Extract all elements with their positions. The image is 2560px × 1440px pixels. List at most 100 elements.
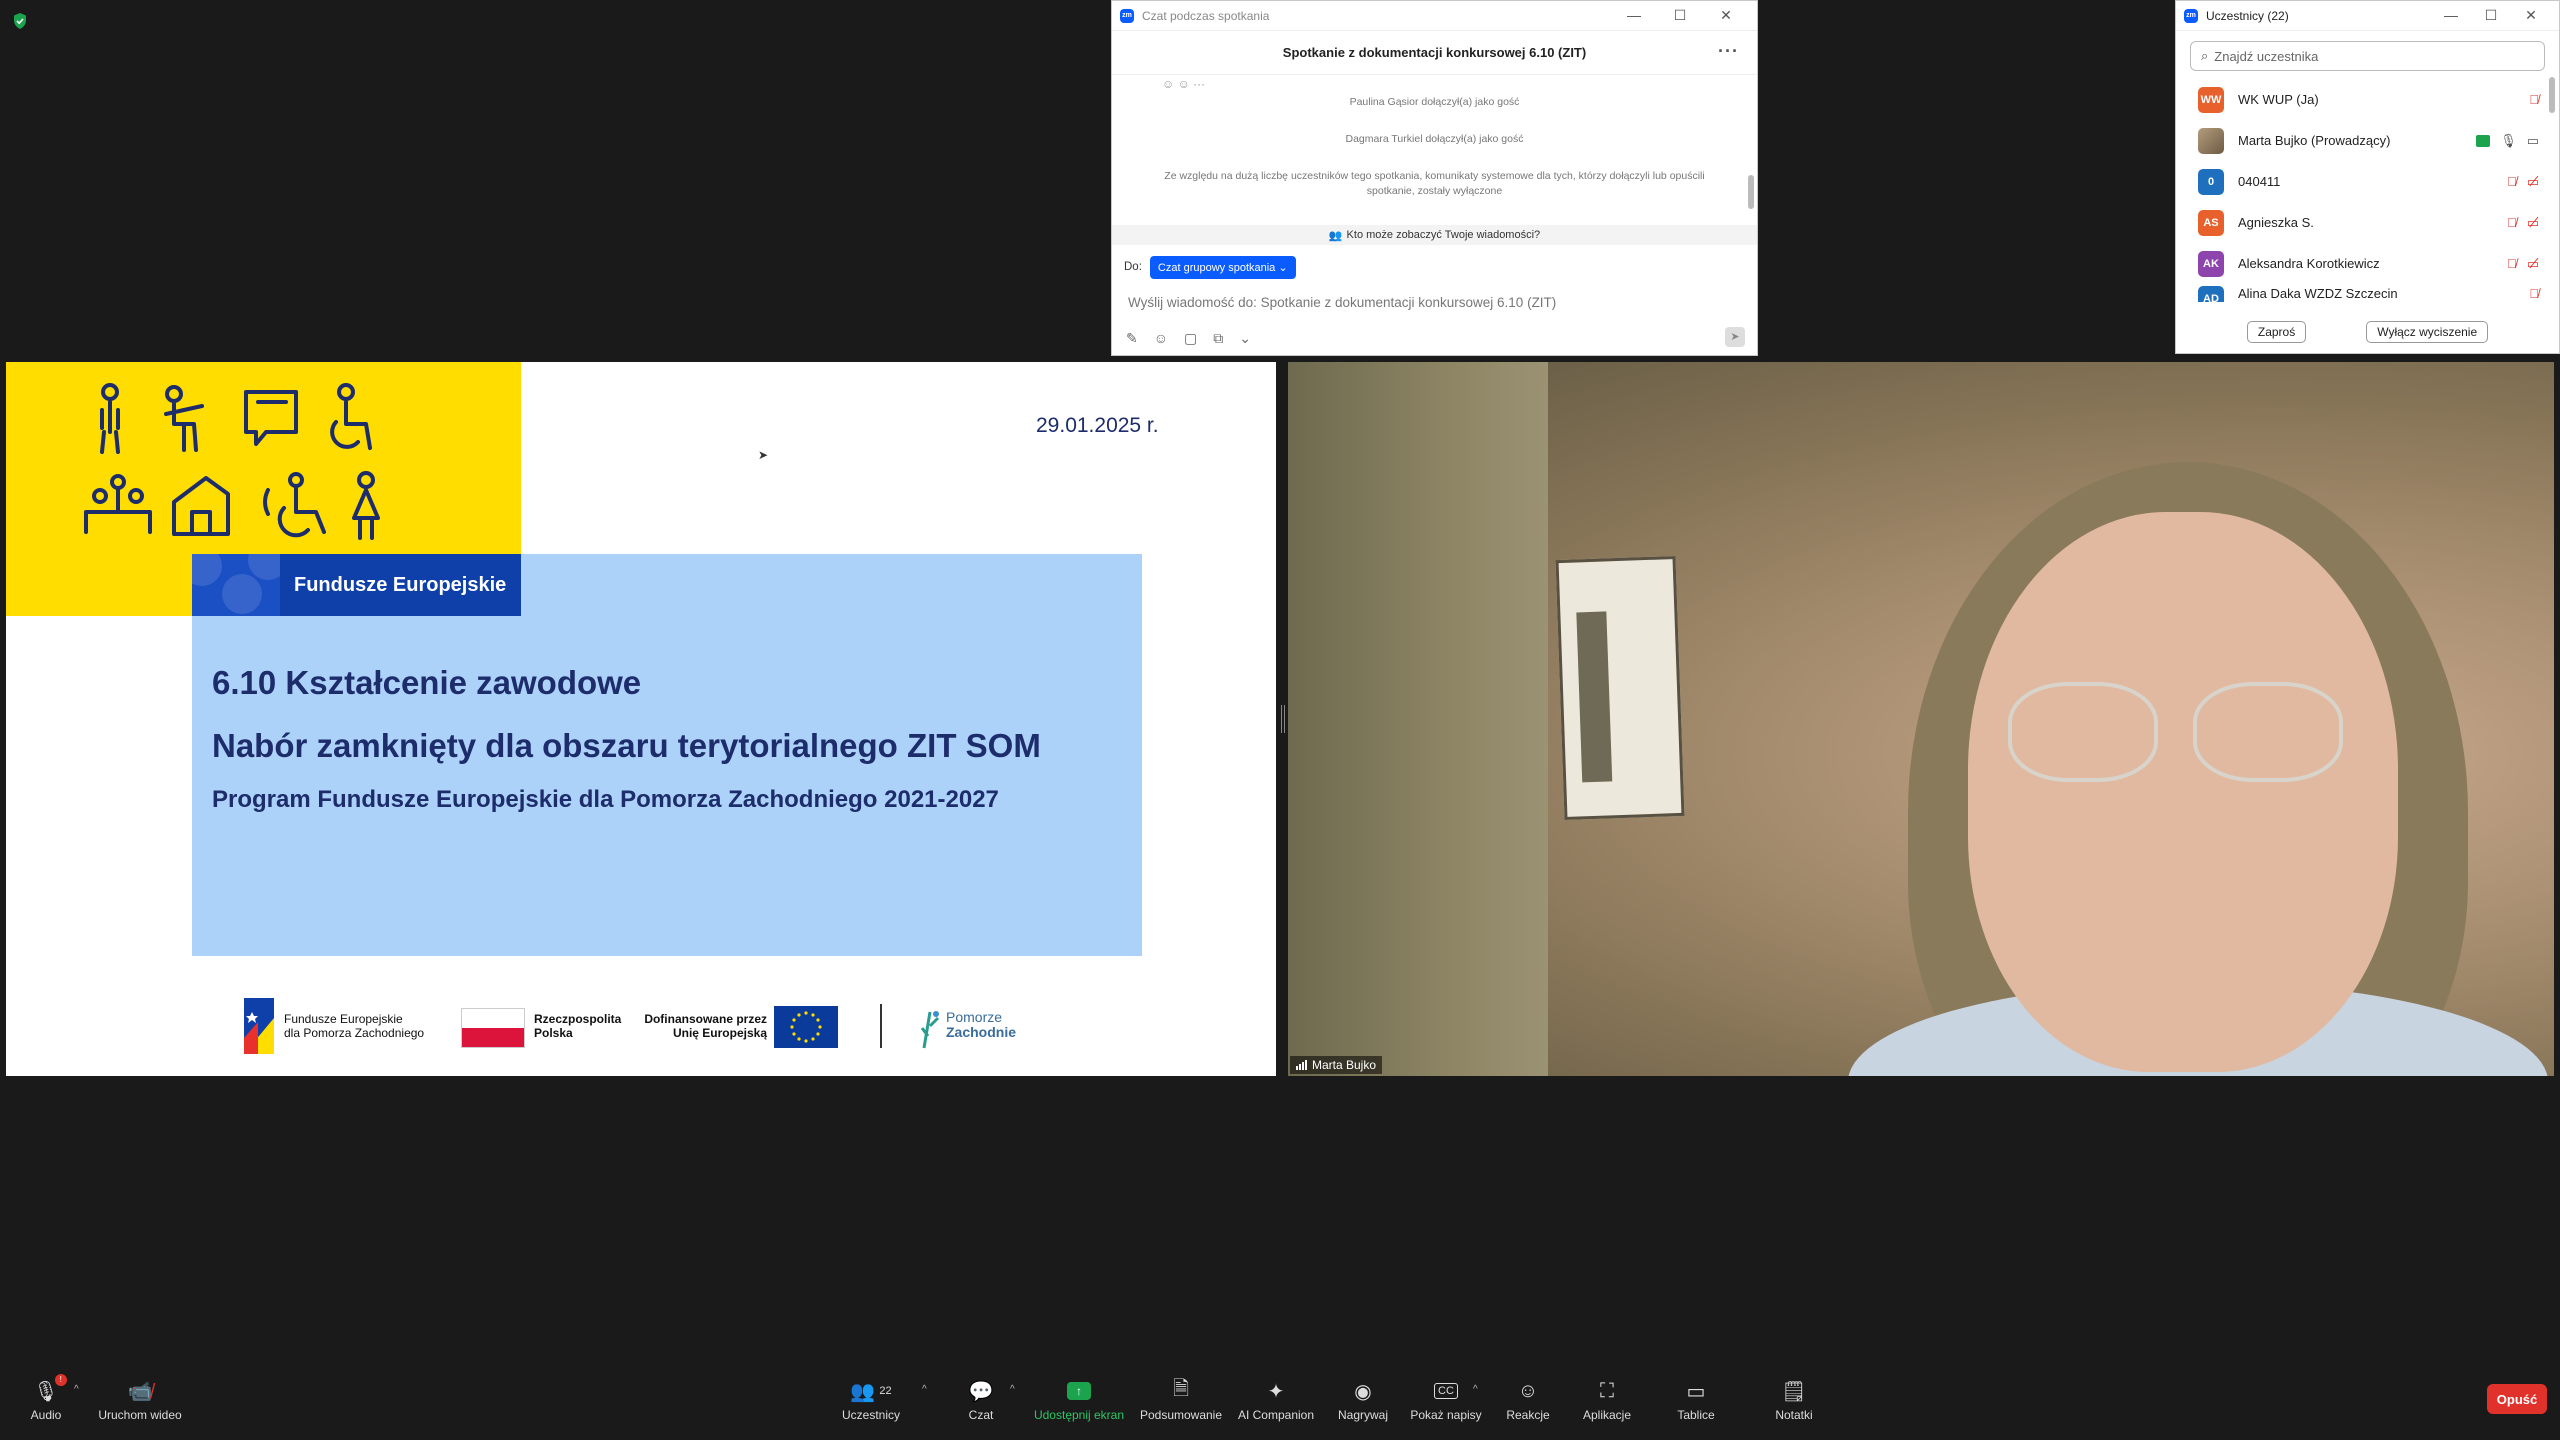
shield-icon	[14, 13, 26, 29]
send-icon[interactable]: ➤	[1725, 327, 1745, 347]
who-can-see-link[interactable]: 👥 Kto może zobaczyć Twoje wiadomości?	[1112, 225, 1757, 245]
start-video-button[interactable]: 📹̸ Uruchom wideo	[92, 1378, 188, 1423]
logo-rp-line2: Polska	[534, 1026, 573, 1040]
file-icon[interactable]: ▢	[1184, 330, 1197, 347]
video-glasses	[2193, 682, 2343, 782]
participant-row[interactable]: 0 040411 🎙̸ ▭̸	[2176, 161, 2559, 202]
system-message: Paulina Gąsior dołączył(a) jako gość	[1349, 96, 1520, 108]
audio-options-caret[interactable]: ^	[74, 1384, 79, 1395]
participant-row[interactable]: Marta Bujko (Prowadzący) 🎙 ▭	[2176, 120, 2559, 161]
participant-row[interactable]: AD Alina Daka WZDZ Szczecin 🎙̸	[2176, 284, 2559, 302]
participant-search-input[interactable]: ⌕ Znajdź uczestnika	[2190, 41, 2545, 71]
whiteboards-button[interactable]: ▭ Tablice	[1648, 1378, 1744, 1423]
chat-options-caret[interactable]: ^	[1010, 1384, 1015, 1395]
record-icon: ◉	[1354, 1380, 1372, 1403]
avatar: AD	[2198, 286, 2224, 302]
fe-badge: Fundusze Europejskie	[192, 554, 521, 616]
participant-name: WK WUP (Ja)	[2238, 92, 2319, 107]
screenshot-icon[interactable]: ⧉	[1213, 330, 1223, 347]
close-icon[interactable]: ✕	[2511, 7, 2551, 24]
invite-button[interactable]: Zaproś	[2246, 321, 2307, 343]
recipient-value: Czat grupowy spotkania	[1157, 261, 1276, 274]
participant-row[interactable]: AS Agnieszka S. 🎙̸ ▭̸	[2176, 202, 2559, 243]
video-name-tag: Marta Bujko	[1290, 1056, 1383, 1074]
avatar: AK	[2198, 250, 2224, 277]
participants-titlebar[interactable]: zm Uczestnicy (22) — ☐ ✕	[2176, 1, 2559, 31]
maximize-icon[interactable]: ☐	[2471, 7, 2511, 24]
participant-name: Alina Daka WZDZ Szczecin	[2238, 286, 2398, 301]
chat-header-title: Spotkanie z dokumentacji konkursowej 6.1…	[1282, 45, 1587, 60]
recipient-dropdown[interactable]: Czat grupowy spotkania ⌄	[1149, 255, 1296, 279]
system-message: Dagmara Turkiel dołączył(a) jako gość	[1345, 133, 1524, 145]
summary-button[interactable]: 🗎 Podsumowanie	[1133, 1378, 1229, 1422]
emoji-icon[interactable]: ☺	[1154, 330, 1168, 347]
share-screen-button[interactable]: ↑ Udostępnij ekran	[1031, 1378, 1127, 1422]
audio-label: Audio	[30, 1408, 62, 1422]
speaker-video[interactable]: Marta Bujko	[1288, 362, 2554, 1076]
video-person-face	[1968, 512, 2398, 1072]
record-button[interactable]: ◉ Nagrywaj	[1315, 1378, 1411, 1423]
participant-row[interactable]: WW WK WUP (Ja) 🎙̸	[2176, 79, 2559, 120]
participants-count: 22	[879, 1385, 892, 1397]
chat-messages[interactable]: ☺ ☺ ··· Paulina Gąsior dołączył(a) jako …	[1112, 75, 1757, 225]
notes-button[interactable]: 🗒 Notatki	[1746, 1378, 1842, 1423]
participants-options-caret[interactable]: ^	[922, 1384, 927, 1395]
apps-button[interactable]: ⛶ Aplikacje	[1559, 1378, 1655, 1423]
captions-options-caret[interactable]: ^	[1473, 1384, 1478, 1395]
notes-icon: 🗒	[1781, 1380, 1807, 1403]
minimize-icon[interactable]: —	[2431, 7, 2471, 24]
more-options-icon[interactable]: ···	[1718, 41, 1739, 62]
unmute-all-button[interactable]: Wyłącz wyciszenie	[2366, 321, 2489, 343]
who-can-see-text: Kto może zobaczyć Twoje wiadomości?	[1346, 229, 1541, 241]
video-off-icon: 📹̸	[127, 1380, 153, 1403]
logo-fe-line1: Fundusze Europejskie	[284, 1012, 403, 1026]
share-screen-label: Udostępnij ekran	[1033, 1408, 1125, 1422]
to-label: Do:	[1124, 261, 1142, 273]
ai-companion-button[interactable]: ✦ AI Companion	[1228, 1378, 1324, 1423]
participants-scrollbar[interactable]	[2549, 77, 2555, 113]
minimize-icon[interactable]: —	[1611, 7, 1657, 24]
participants-button[interactable]: 👥 22 Uczestnicy	[823, 1378, 919, 1423]
format-icon[interactable]: ✎	[1126, 330, 1138, 347]
poland-flag-icon	[461, 1008, 525, 1048]
shared-screen-slide: 29.01.2025 r. ➤ Fundusze Europejskie 6.1…	[6, 362, 1276, 1076]
close-icon[interactable]: ✕	[1703, 7, 1749, 24]
audio-button[interactable]: 🎙! Audio	[0, 1374, 94, 1422]
emoji-icon: ☺	[1517, 1379, 1539, 1402]
zoom-app-icon: zm	[1120, 8, 1134, 23]
people-icon: 👥	[1328, 229, 1343, 242]
eu-flag-icon	[774, 1006, 838, 1048]
logo-divider	[880, 1004, 882, 1048]
apps-label: Aplikacje	[1582, 1408, 1632, 1422]
camera-icon: ▭	[2526, 132, 2539, 148]
mic-muted-icon: 🎙̸	[2506, 215, 2517, 230]
chevron-down-icon[interactable]: ⌄	[1239, 330, 1251, 347]
avatar: AS	[2198, 209, 2224, 236]
chat-bubble-icon: 💬	[968, 1380, 994, 1403]
captions-label: Pokaż napisy	[1410, 1408, 1482, 1422]
search-placeholder: Znajdź uczestnika	[2214, 48, 2319, 64]
chat-header: Spotkanie z dokumentacji konkursowej 6.1…	[1112, 31, 1757, 75]
avatar: 0	[2198, 168, 2224, 195]
funding-logos: Fundusze Europejskie dla Pomorza Zachodn…	[244, 998, 1044, 1054]
participant-row[interactable]: AK Aleksandra Korotkiewicz 🎙̸ ▭̸	[2176, 243, 2559, 284]
start-video-label: Uruchom wideo	[98, 1408, 182, 1422]
camera-off-icon: ▭̸	[2526, 214, 2539, 230]
logo-fe-line2: dla Pomorza Zachodniego	[284, 1026, 425, 1040]
camera-off-icon: ▭̸	[2526, 173, 2539, 189]
split-divider-handle[interactable]	[1281, 705, 1285, 733]
chat-message-input[interactable]: Wyślij wiadomość do: Spotkanie z dokumen…	[1128, 285, 1741, 319]
sparkle-icon: ✦	[1267, 1380, 1285, 1403]
leave-button[interactable]: Opuść	[2487, 1384, 2547, 1414]
mic-muted-icon: 🎙̸	[2529, 286, 2539, 301]
chat-window: zm Czat podczas spotkania — ☐ ✕ Spotkani…	[1111, 0, 1758, 356]
document-icon: 🗎	[1172, 1378, 1190, 1400]
video-participant-name: Marta Bujko	[1312, 1058, 1377, 1072]
chat-titlebar[interactable]: zm Czat podczas spotkania — ☐ ✕	[1112, 1, 1757, 31]
maximize-icon[interactable]: ☐	[1657, 7, 1703, 24]
participants-window: zm Uczestnicy (22) — ☐ ✕ ⌕ Znajdź uczest…	[2175, 0, 2560, 354]
chat-scrollbar[interactable]	[1748, 175, 1754, 209]
participant-list[interactable]: WW WK WUP (Ja) 🎙̸ Marta Bujko (Prowadząc…	[2176, 79, 2559, 319]
mic-icon: 🎙	[2500, 132, 2517, 148]
notes-label: Notatki	[1775, 1408, 1813, 1422]
